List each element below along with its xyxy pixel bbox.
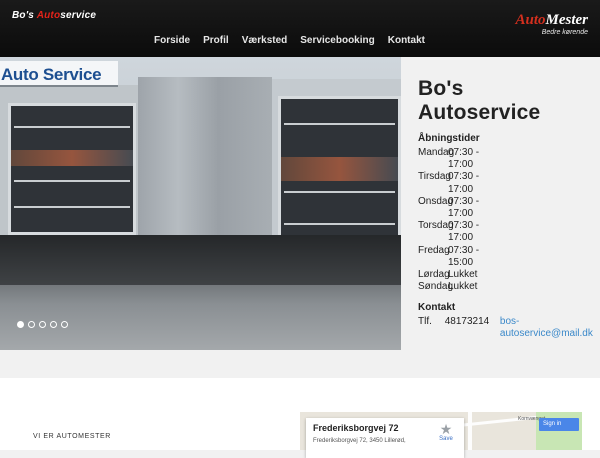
- hours-row: Tirsdag 07:30 - 17:00: [418, 171, 600, 195]
- nav-servicebooking[interactable]: Servicebooking: [300, 35, 374, 46]
- logo-tagline: Bedre kørende: [541, 29, 588, 36]
- logo-part1: Auto: [515, 12, 546, 28]
- building-sign: s Auto Service: [0, 61, 118, 87]
- site-brand[interactable]: Bo's Autoservice: [12, 10, 96, 21]
- star-icon: ★: [439, 421, 453, 437]
- contact-row: Tlf. 48173214 bos-autoservice@mail.dk: [418, 316, 600, 340]
- site-header: Bo's Autoservice Forside Profil Værksted…: [0, 0, 600, 57]
- door-pane: [14, 126, 130, 128]
- nav-vaerksted[interactable]: Værksted: [242, 35, 288, 46]
- slider-dot-5[interactable]: [61, 321, 68, 328]
- nav-kontakt[interactable]: Kontakt: [388, 35, 425, 46]
- slider-dots: [17, 321, 68, 328]
- hours-row: Fredag 07:30 - 15:00: [418, 245, 600, 269]
- main-nav: Forside Profil Værksted Servicebooking K…: [154, 35, 425, 46]
- slider-dot-2[interactable]: [28, 321, 35, 328]
- business-title: Bo's Autoservice: [418, 77, 600, 125]
- title-line-2: Autoservice: [418, 101, 541, 124]
- hours-time: 07:30 - 17:00: [448, 147, 480, 171]
- opening-hours: Mandag 07:30 - 17:00 Tirsdag 07:30 - 17:00…: [418, 147, 600, 293]
- phone-label: Tlf.: [418, 316, 432, 328]
- slider-dot-3[interactable]: [39, 321, 46, 328]
- brand-suffix: service: [60, 10, 97, 21]
- nav-profil[interactable]: Profil: [203, 35, 229, 46]
- hours-time: 07:30 - 15:00: [448, 244, 480, 268]
- hours-row: Torsdag 07:30 - 17:00: [418, 220, 600, 244]
- brand-prefix: Bo's: [12, 10, 37, 21]
- automester-logo[interactable]: AutoMester Bedre kørende: [515, 13, 588, 37]
- contact-heading: Kontakt: [418, 302, 456, 314]
- slider-dot-1[interactable]: [17, 321, 24, 328]
- hours-time: Lukket: [448, 281, 478, 293]
- hours-time: 07:30 - 17:00: [448, 220, 480, 244]
- slider-dot-4[interactable]: [50, 321, 57, 328]
- garage-door-left: [8, 103, 136, 235]
- logo-wordmark: AutoMester: [515, 13, 588, 28]
- hours-heading: Åbningstider: [418, 133, 480, 144]
- door-pane: [284, 123, 395, 125]
- map-signin-button[interactable]: Sign in: [539, 418, 579, 431]
- hours-day: Torsdag: [418, 220, 454, 232]
- hours-time: Lukket: [448, 269, 478, 281]
- door-pane: [284, 223, 395, 225]
- hero-slider[interactable]: s Auto Service: [0, 57, 401, 350]
- email-link[interactable]: bos-autoservice@mail.dk: [500, 316, 600, 340]
- section-kicker: VI ER AUTOMESTER: [33, 433, 111, 440]
- hours-row: Mandag 07:30 - 17:00: [418, 147, 600, 171]
- building-sign-text: s Auto Service: [0, 65, 102, 84]
- hours-time: 07:30 - 17:00: [448, 195, 480, 220]
- hours-day: Tirsdag: [418, 171, 451, 183]
- map-signin-label: Sign in: [543, 421, 562, 427]
- door-pane: [14, 180, 130, 182]
- door-pane: [284, 191, 395, 193]
- brand-accent: Auto: [36, 10, 61, 21]
- hours-row: Onsdag 07:30 - 17:00: [418, 196, 600, 220]
- map-road: [468, 412, 472, 450]
- hours-day: Lørdag: [418, 269, 450, 281]
- door-pane: [14, 206, 130, 208]
- info-panel: Bo's Autoservice Åbningstider Mandag 07:3…: [401, 57, 600, 350]
- hours-day: Fredag: [418, 244, 450, 256]
- map-save-label: Save: [439, 436, 453, 442]
- map-save-button[interactable]: ★ Save: [431, 421, 461, 442]
- hours-time: 07:30 - 17:00: [448, 171, 480, 195]
- hours-row: Lørdag Lukket: [418, 269, 600, 281]
- nav-forside[interactable]: Forside: [154, 35, 190, 46]
- ground-shadow: [0, 235, 401, 285]
- door-logo-stripe: [281, 157, 398, 181]
- garage-door-right: [278, 96, 401, 256]
- title-line-1: Bo's: [418, 77, 464, 100]
- hours-day: Mandag: [418, 147, 455, 158]
- hours-day: Søndag: [418, 281, 454, 293]
- hours-day: Onsdag: [418, 195, 454, 207]
- door-logo-stripe: [11, 150, 133, 166]
- hours-row: Søndag Lukket: [418, 281, 600, 293]
- phone-number[interactable]: 48173214: [445, 316, 500, 340]
- logo-part2: Mester: [545, 12, 589, 28]
